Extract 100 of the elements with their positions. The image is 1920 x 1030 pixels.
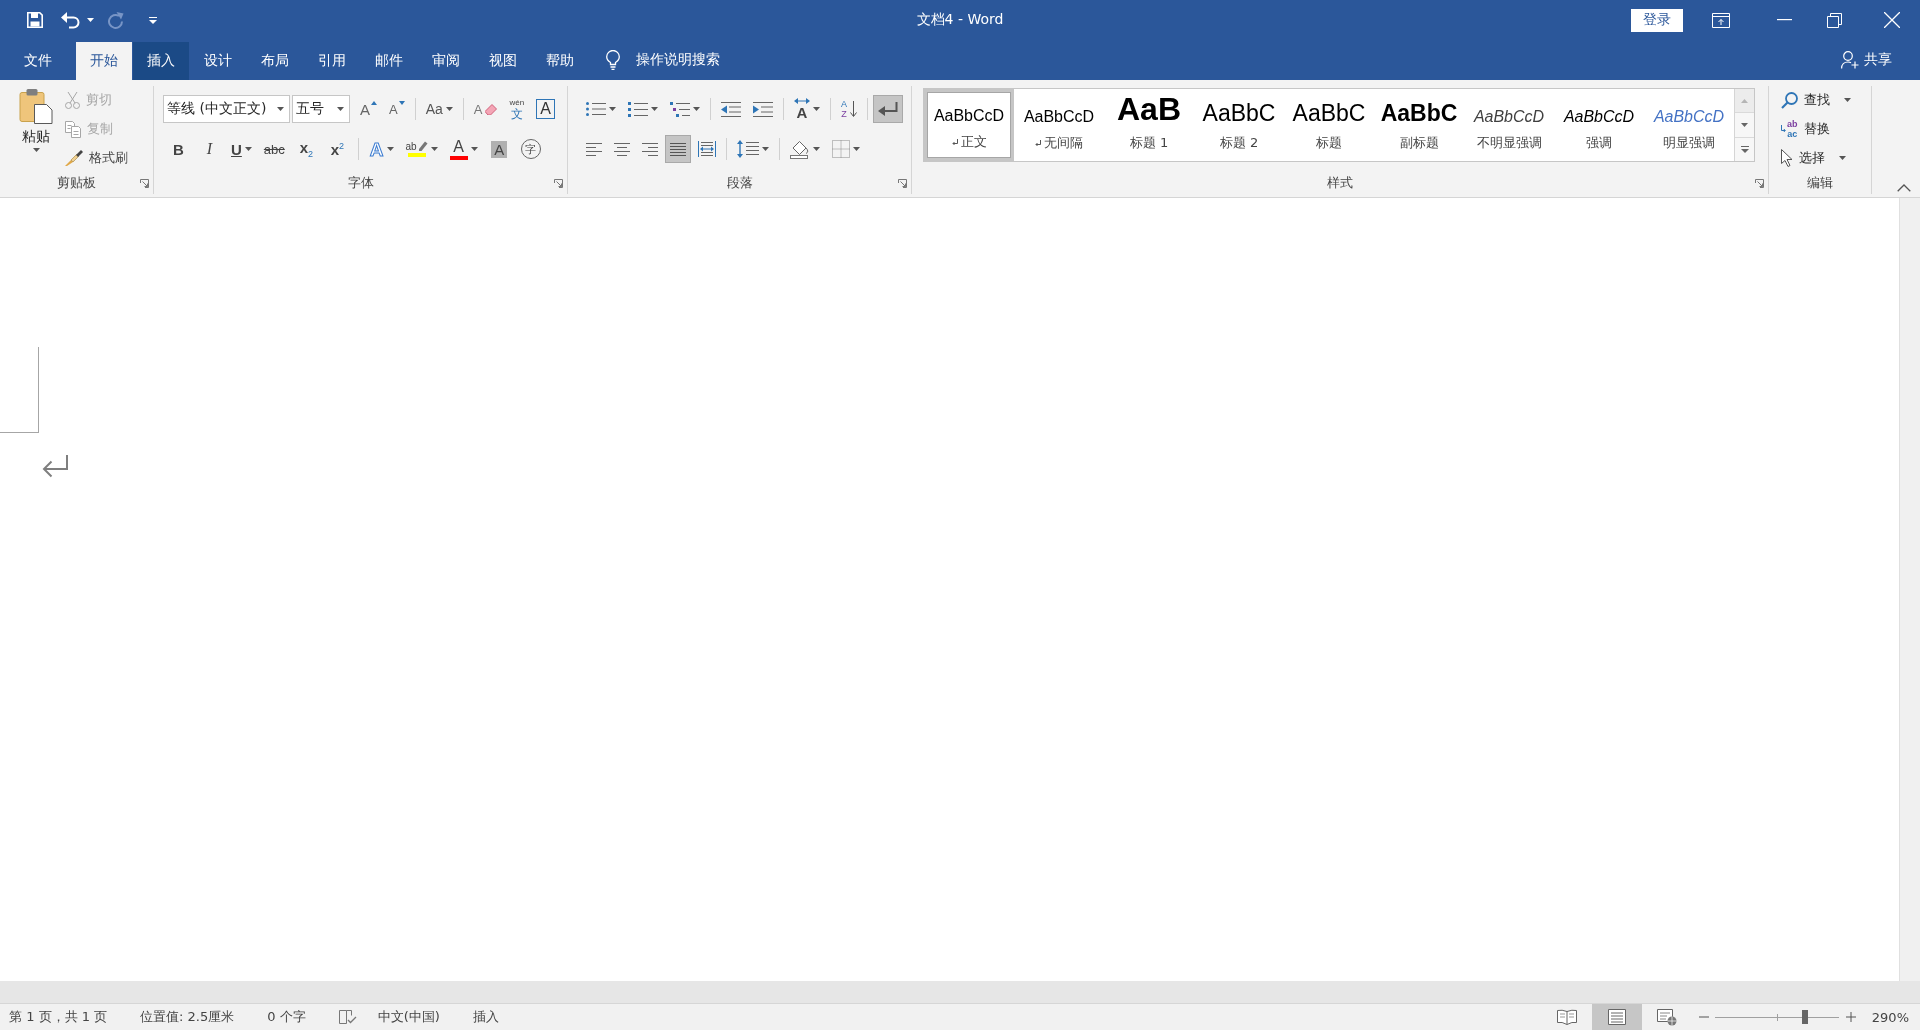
dropdown-caret-icon[interactable] [87, 18, 94, 22]
align-left-icon [586, 142, 602, 156]
zoom-slider-thumb[interactable] [1802, 1010, 1809, 1024]
down-triangle-icon [398, 101, 405, 105]
horizontal-scrollbar[interactable] [0, 981, 1920, 1003]
ribbon-tab[interactable]: 视图 [475, 42, 531, 80]
window-title: 文档4 - Word [916, 11, 1004, 29]
print-layout-button[interactable] [1591, 1004, 1642, 1030]
ribbon-tab[interactable]: 设计 [190, 42, 246, 80]
search-icon [1781, 91, 1798, 109]
dialog-launcher-icon[interactable] [898, 178, 907, 188]
plus-icon[interactable] [1845, 1012, 1856, 1022]
marker-pen-icon [417, 141, 428, 152]
font-size-field[interactable]: 五号 [292, 95, 350, 123]
ribbon-tab[interactable]: 开始 [76, 42, 132, 80]
style-item[interactable]: AaBbCcD 正文 [924, 89, 1014, 161]
proofing-book-icon[interactable] [338, 1009, 357, 1025]
up-triangle-icon [371, 101, 377, 105]
eraser-icon [485, 103, 498, 115]
restore-icon[interactable] [1827, 12, 1842, 28]
chinese-layout-button[interactable]: A [789, 95, 825, 123]
position-text[interactable]: 位置值: 2.5厘米 [140, 1008, 235, 1026]
bullet-list-icon [586, 102, 606, 116]
ribbon-tab[interactable]: 引用 [304, 42, 360, 80]
change-case-button[interactable]: Aa [420, 95, 458, 123]
ribbon-tab[interactable]: 审阅 [418, 42, 474, 80]
vertical-scrollbar[interactable] [1899, 198, 1920, 981]
group-label: 编辑 [1807, 174, 1833, 192]
character-shading-button[interactable]: A [484, 135, 514, 163]
curved-arrow-icon [1781, 125, 1786, 133]
ribbon-display-icon[interactable] [1712, 12, 1730, 28]
dialog-launcher-icon[interactable] [1755, 178, 1764, 188]
undo-icon[interactable] [61, 11, 80, 29]
up-triangle-icon [1741, 98, 1748, 103]
ribbon-tab[interactable]: 帮助 [532, 42, 588, 80]
paragraph-mark-icon [41, 455, 69, 480]
double-arrow-icon [794, 98, 810, 104]
bold-button[interactable]: B [164, 135, 193, 163]
ribbon-tab[interactable]: 文件 [10, 42, 66, 80]
borders-icon [832, 140, 850, 158]
ribbon-tab[interactable]: 插入 [133, 42, 189, 80]
underline-button[interactable]: U [226, 135, 257, 163]
expand-gallery-icon [1740, 145, 1749, 153]
tell-me-search[interactable]: 操作说明搜索 [606, 50, 720, 70]
character-border-button[interactable]: A [531, 95, 560, 123]
enclose-characters-button[interactable]: 字 [515, 135, 546, 163]
pointer-icon [1781, 149, 1793, 167]
dropdown-caret-icon [277, 107, 284, 111]
scissors-icon [65, 91, 80, 109]
clear-formatting-button[interactable]: A [468, 95, 503, 123]
zoom-slider[interactable] [1714, 1010, 1839, 1024]
strikethrough-button[interactable]: abc [258, 135, 290, 163]
copy-pages-icon [65, 120, 81, 138]
dialog-launcher-icon[interactable] [140, 178, 149, 188]
format-painter-button[interactable]: 格式刷 [65, 147, 128, 169]
show-marks-button[interactable] [873, 95, 903, 123]
shrink-font-button[interactable]: A [384, 95, 410, 123]
share-button[interactable]: 共享 [1841, 51, 1892, 69]
outdent-icon [721, 101, 741, 117]
clipboard-icon [19, 88, 53, 124]
paragraph-mark-icon [878, 101, 898, 117]
scroll-down-button[interactable] [1735, 113, 1754, 138]
italic-button[interactable]: I [195, 135, 224, 163]
grow-font-button[interactable]: A [355, 95, 382, 123]
minimize-icon[interactable] [1777, 19, 1792, 21]
superscript-button[interactable]: x$^{2}$ [322, 135, 352, 163]
zoom-percent[interactable]: 290% [1871, 1009, 1909, 1025]
find-button[interactable]: 查找 [1781, 89, 1871, 111]
align-center-icon [614, 142, 630, 156]
select-button[interactable]: 选择 [1781, 147, 1871, 169]
ribbon-tab[interactable]: 邮件 [361, 42, 417, 80]
align-right-icon [642, 142, 658, 156]
customize-menu-icon[interactable] [149, 16, 157, 24]
person-add-icon [1841, 51, 1859, 69]
down-arrow-icon [850, 101, 857, 117]
sign-in-button[interactable]: 登录 [1631, 8, 1683, 32]
highlight-button[interactable]: ab [400, 135, 443, 163]
group-label: 样式 [1327, 174, 1353, 192]
font-color-button[interactable]: A [444, 135, 483, 163]
justify-button[interactable] [665, 135, 691, 163]
insert-mode-text[interactable]: 插入 [472, 1008, 499, 1026]
paint-bucket-icon [790, 139, 810, 159]
save-icon[interactable] [27, 12, 43, 28]
dropdown-caret-icon [32, 148, 40, 152]
language-text[interactable]: 中文(中国) [377, 1008, 440, 1026]
collapse-ribbon-icon[interactable] [1897, 184, 1911, 192]
ribbon-tab[interactable]: 布局 [247, 42, 303, 80]
subscript-button[interactable]: x$_{2}$ [291, 135, 321, 163]
open-book-icon [1556, 1009, 1577, 1025]
dialog-launcher-icon[interactable] [554, 178, 563, 188]
font-name-field[interactable]: 等线 (中文正文) [163, 95, 290, 123]
web-page-icon [1656, 1008, 1677, 1026]
phonetic-guide-button[interactable]: wén 文 [504, 95, 530, 123]
word-count-text[interactable]: 0 个字 [267, 1008, 306, 1026]
close-icon[interactable] [1884, 12, 1900, 28]
page-count-text[interactable]: 第 1 页，共 1 页 [9, 1008, 108, 1026]
paintbrush-icon [65, 150, 83, 166]
more-styles-button[interactable] [1735, 137, 1754, 161]
paste-button[interactable]: 粘贴 [15, 88, 57, 172]
sort-button[interactable]: A Z [836, 95, 862, 123]
